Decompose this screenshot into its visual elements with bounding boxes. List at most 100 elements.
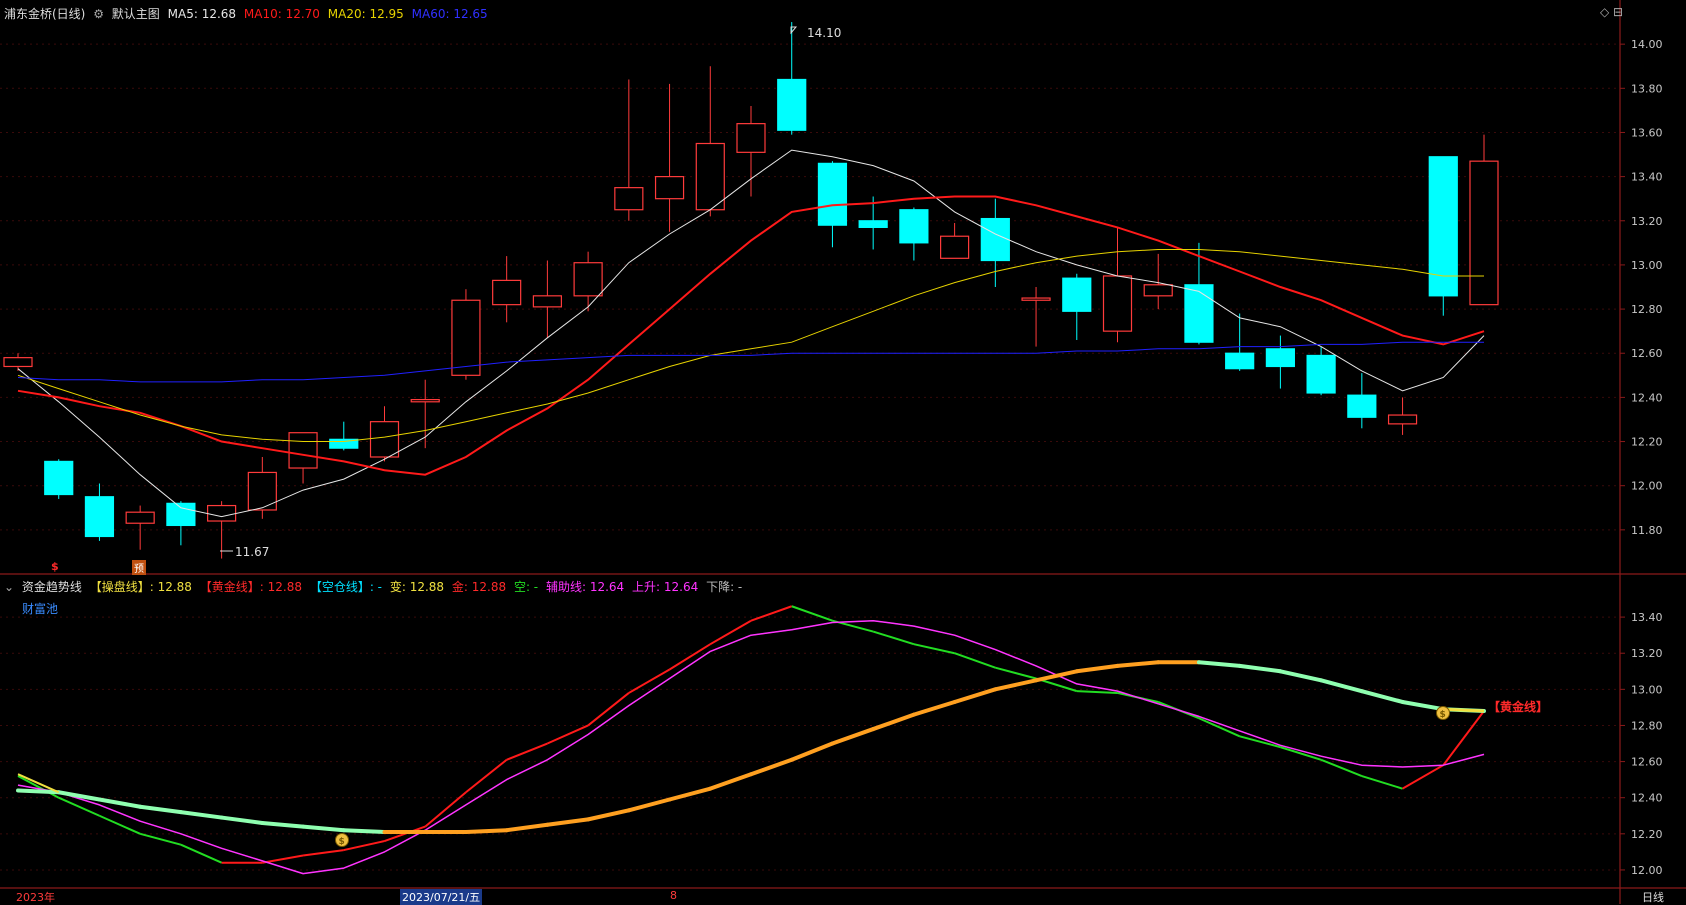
cao-pan-segment (178, 810, 224, 820)
stock-title[interactable]: 浦东金桥(日线) (4, 7, 85, 21)
cao-pan-segment (138, 804, 183, 815)
auxiliary-magenta-line (17, 619, 1485, 875)
grid-lines (0, 43, 1620, 871)
fund-red-green-segment (506, 742, 548, 761)
candle-body (899, 209, 929, 244)
fund-red-green-segment (1320, 758, 1363, 777)
candle-body (492, 279, 522, 306)
high-annotation: 14.10 (790, 26, 841, 40)
cao-pan-value: 【操盘线】: 12.88 (89, 580, 192, 594)
grey-trend-line (17, 620, 1485, 875)
indicator-tick-label: 13.40 (1631, 611, 1663, 624)
candle-body (369, 421, 400, 458)
year-label: 2023年 (16, 891, 55, 904)
candle-up (125, 505, 155, 550)
candle-up (736, 105, 766, 197)
cao-pan-segment (789, 741, 835, 762)
price-tick-label: 13.20 (1631, 215, 1663, 228)
main-chart-button[interactable]: 默认主图 (112, 7, 160, 21)
candle-up (573, 251, 603, 312)
fund-red-green-segment (139, 832, 182, 846)
svg-text:$: $ (1440, 710, 1446, 720)
cao-pan-segment (219, 815, 265, 825)
settings-icon[interactable]: ⚙ (93, 7, 104, 21)
collapse-icon[interactable]: ⌄ (4, 580, 14, 594)
fund-red-green-segment (262, 854, 304, 864)
price-tick-label: 11.80 (1631, 524, 1663, 537)
cao-pan-segment (993, 678, 1039, 692)
cao-pan-segment (463, 828, 509, 835)
candle-body (695, 142, 725, 211)
candle-body (125, 511, 155, 524)
candle-up (1021, 287, 1051, 347)
huang-jin-tag: 【黄金线】 (1488, 699, 1548, 714)
fund-red-green-segment (1076, 690, 1118, 694)
cao-pan-segment (667, 786, 713, 802)
moving-average-lines (17, 149, 1485, 518)
kong-value: 空: - (513, 580, 539, 594)
fund-red-green-segment (995, 666, 1037, 680)
indicator-tick-label: 12.40 (1631, 792, 1663, 805)
price-tick-label: 12.00 (1631, 480, 1663, 493)
fund-red-green-segment (709, 619, 752, 646)
toolbar-icons[interactable]: ◇ ⊟ (1600, 5, 1623, 19)
candle-up (1469, 134, 1499, 306)
period-label[interactable]: 日线 (1642, 889, 1664, 905)
candle-down (1225, 313, 1255, 371)
price-tick-label: 13.60 (1631, 126, 1663, 139)
money-bag-icon: $ (1436, 706, 1450, 720)
indicator-tick-label: 12.20 (1631, 828, 1663, 841)
cao-pan-segment (830, 727, 876, 746)
candle-body (1184, 284, 1214, 343)
candle-up (288, 432, 318, 484)
fund-red-green-segment (750, 605, 793, 622)
candle-body (84, 496, 115, 538)
cao-pan-segment (626, 797, 672, 813)
ma60-line (17, 341, 1484, 383)
money-bag-icon: $ (335, 833, 349, 847)
fund-red-green-segment (954, 652, 996, 669)
candle-body (1428, 156, 1458, 297)
bian-value: 变: 12.88 (389, 580, 445, 594)
candle-body (940, 235, 970, 259)
indicator-name[interactable]: 资金趋势线 (22, 580, 82, 594)
candle-down (44, 459, 74, 499)
candle-body (410, 398, 440, 403)
ma10-line (17, 195, 1485, 476)
candle-body (980, 217, 1010, 262)
cao-pan-segment (16, 788, 61, 795)
chart-canvas: 14.00 13.80 13.60 13.40 13.20 13.00 12.80 12.60… (0, 0, 1686, 904)
cao-pan-segment (708, 772, 753, 791)
candle-body (777, 78, 807, 131)
ma10-value: MA10: 12.70 (243, 7, 320, 21)
candle-body (573, 262, 603, 297)
candle-up (410, 379, 440, 449)
cao-pan-segment (1359, 689, 1405, 704)
price-tick-label: 12.80 (1631, 303, 1663, 316)
price-tick-label: 12.40 (1631, 391, 1663, 404)
cao-pan-segment (545, 817, 591, 827)
xia-jiang-value: 下降: - (706, 580, 743, 594)
candle-up (532, 260, 562, 338)
ma5-line (17, 149, 1485, 518)
candle-up (940, 222, 970, 259)
candle-body (1021, 297, 1051, 301)
fund-red-green-segment (343, 840, 385, 852)
main-header: 浦东金桥(日线) ⚙ 默认主图 MA5: 12.68 MA10: 12.70 M… (4, 5, 492, 22)
cao-pan-segment (1115, 660, 1161, 668)
fund-red-green-segment (546, 724, 589, 745)
price-tick-label: 13.40 (1631, 171, 1663, 184)
fund-red-green-segment (180, 843, 223, 864)
candle-body (614, 187, 644, 211)
cursor-date-label: 2023/07/21/五 (400, 889, 483, 905)
fund-red-green-segment (1198, 717, 1241, 738)
price-tick-label: 13.00 (1631, 259, 1663, 272)
sub-header: ⌄ 资金趋势线 【操盘线】: 12.88 【黄金线】: 12.88 【空仓线】:… (4, 578, 746, 595)
candle-body (3, 357, 33, 368)
fund-red-green-segment (302, 849, 344, 857)
candle-down (1184, 242, 1214, 345)
signal-yu-badge: 预 (132, 560, 146, 575)
cao-pan-segment (1400, 699, 1446, 712)
candle-up (654, 83, 685, 232)
fund-red-green-segment (1442, 710, 1485, 766)
